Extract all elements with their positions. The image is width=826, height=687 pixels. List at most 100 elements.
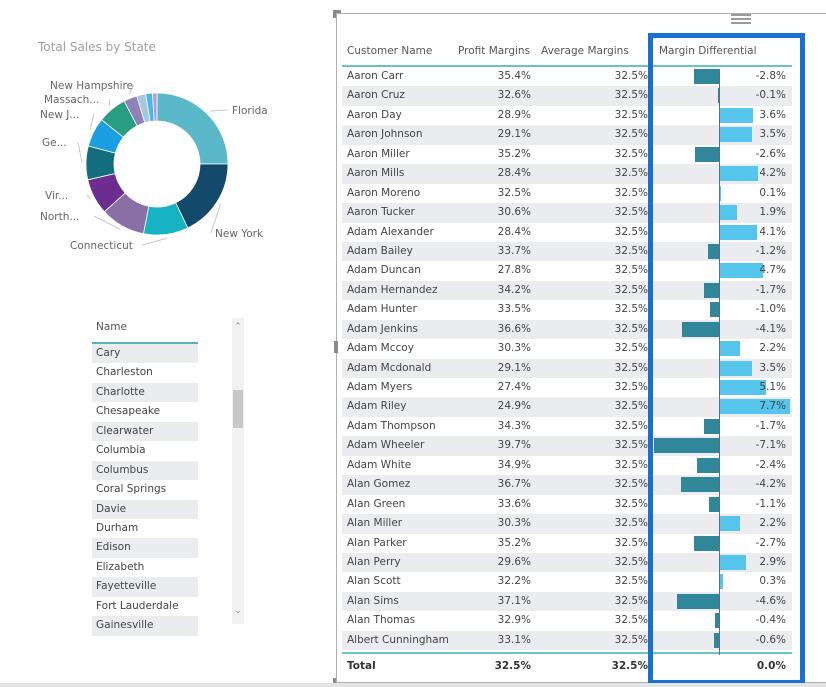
slicer-item[interactable]: Fayetteville — [92, 577, 198, 597]
column-header-margin-differential[interactable]: Margin Differential — [659, 45, 756, 57]
customer-name-cell: Alan Parker — [347, 536, 407, 549]
table-row[interactable]: Adam Jenkins 36.6% 32.5% -4.1% — [342, 319, 792, 340]
margin-differential-cell: -0.4% — [755, 614, 786, 627]
profit-margins-cell: 35.2% — [497, 536, 531, 549]
margin-differential-cell: -2.4% — [755, 458, 786, 471]
table-row[interactable]: Adam Mccoy 30.3% 32.5% 2.2% — [342, 339, 792, 358]
table-row[interactable]: Alan Thomas 32.9% 32.5% -0.4% — [342, 611, 792, 630]
column-header-customer-name[interactable]: Customer Name — [347, 45, 432, 57]
profit-margins-cell: 29.1% — [497, 361, 531, 374]
slicer-item[interactable]: Edison — [92, 538, 198, 558]
customer-name-cell: Adam Mccoy — [347, 342, 414, 355]
table-row[interactable]: Adam Riley 24.9% 32.5% 7.7% — [342, 397, 792, 417]
table-row[interactable]: Adam White 34.9% 32.5% -2.4% — [342, 456, 792, 475]
customer-name-cell: Alan Thomas — [347, 614, 416, 627]
average-margins-cell: 32.5% — [614, 555, 648, 568]
table-row[interactable]: Alan Sims 37.1% 32.5% -4.6% — [342, 591, 792, 612]
table-row[interactable]: Adam Hunter 33.5% 32.5% -1.0% — [342, 300, 792, 319]
profit-margins-cell: 32.6% — [497, 89, 531, 102]
customer-name-cell: Aaron Carr — [347, 70, 404, 82]
customer-name-cell: Adam Hunter — [347, 303, 417, 316]
table-row[interactable]: Adam Wheeler 39.7% 32.5% -7.1% — [342, 436, 792, 456]
table-row[interactable]: Adam Bailey 33.7% 32.5% -1.2% — [342, 241, 792, 262]
slicer-item[interactable]: Cary — [92, 344, 198, 364]
customer-name-cell: Alan Miller — [347, 517, 403, 530]
customer-margin-table: Customer Name Profit Margins Average Mar… — [342, 40, 792, 679]
slicer-item[interactable]: Davie — [92, 499, 198, 519]
slicer-item[interactable]: Fort Lauderdale — [92, 597, 198, 616]
customer-name-cell: Adam Bailey — [347, 244, 413, 257]
average-margins-cell: 32.5% — [614, 478, 648, 491]
average-margins-cell: 32.5% — [614, 128, 648, 141]
column-header-average-margins[interactable]: Average Margins — [541, 45, 629, 57]
customer-name-cell: Aaron Day — [347, 108, 402, 121]
average-margins-cell: 32.5% — [614, 167, 648, 180]
table-row[interactable]: Aaron Day 28.9% 32.5% 3.6% — [342, 106, 792, 125]
slicer-item[interactable]: Columbia — [92, 441, 198, 460]
table-row[interactable]: Aaron Johnson 29.1% 32.5% 3.5% — [342, 125, 792, 145]
table-row[interactable]: Adam Mcdonald 29.1% 32.5% 3.5% — [342, 358, 792, 378]
table-row[interactable]: Alan Parker 35.2% 32.5% -2.7% — [342, 534, 792, 553]
slicer-item[interactable]: Clearwater — [92, 421, 198, 442]
average-margins-cell: 32.5% — [614, 517, 648, 530]
table-total-row: Total 32.5% 32.5% 0.0% — [342, 652, 792, 679]
table-row[interactable]: Aaron Mills 28.4% 32.5% 4.2% — [342, 164, 792, 184]
table-row[interactable]: Alan Green 33.6% 32.5% -1.1% — [342, 495, 792, 514]
donut-slice-florida[interactable] — [156, 92, 229, 165]
scroll-up-icon[interactable]: ⌃ — [232, 322, 244, 332]
margin-differential-cell: -2.7% — [755, 536, 786, 549]
slicer-item[interactable]: Coral Springs — [92, 480, 198, 499]
customer-name-cell: Aaron Moreno — [347, 186, 421, 199]
donut-label: New J... — [40, 109, 79, 121]
resize-handle-top-left[interactable] — [333, 10, 341, 18]
slicer-item[interactable]: Chesapeake — [92, 402, 198, 421]
drag-handle-icon[interactable] — [731, 14, 751, 24]
table-row[interactable]: Aaron Carr 35.4% 32.5% -2.8% — [342, 67, 792, 86]
table-row[interactable]: Adam Duncan 27.8% 32.5% 4.7% — [342, 261, 792, 280]
table-row[interactable]: Aaron Cruz 32.6% 32.5% -0.1% — [342, 86, 792, 106]
profit-margins-cell: 34.3% — [497, 419, 531, 432]
table-row[interactable]: Adam Myers 27.4% 32.5% 5.1% — [342, 378, 792, 397]
customer-name-cell: Aaron Tucker — [347, 206, 415, 219]
slicer-scrollbar[interactable]: ⌃ ⌄ — [232, 318, 244, 624]
slicer-item[interactable]: Charlotte — [92, 382, 198, 403]
table-row[interactable]: Alan Perry 29.6% 32.5% 2.9% — [342, 552, 792, 573]
table-row[interactable]: Alan Miller 30.3% 32.5% 2.2% — [342, 514, 792, 534]
slicer-item[interactable]: Gainesville — [92, 616, 198, 636]
slicer-header: Name — [96, 321, 127, 333]
table-row[interactable]: Alan Gomez 36.7% 32.5% -4.2% — [342, 475, 792, 495]
profit-margins-cell: 32.5% — [497, 186, 531, 199]
average-margins-cell: 32.5% — [614, 400, 648, 413]
profit-margins-cell: 28.9% — [497, 108, 531, 121]
table-row[interactable]: Aaron Miller 35.2% 32.5% -2.6% — [342, 145, 792, 164]
profit-margins-cell: 39.7% — [497, 439, 531, 452]
table-row[interactable]: Albert Cunningham 33.1% 32.5% -0.6% — [342, 630, 792, 651]
table-row[interactable]: Adam Thompson 34.3% 32.5% -1.7% — [342, 417, 792, 436]
average-margins-cell: 32.5% — [614, 303, 648, 316]
slicer-item[interactable]: Columbus — [92, 460, 198, 481]
margin-differential-cell: 3.5% — [759, 361, 786, 374]
table-row[interactable]: Aaron Moreno 32.5% 32.5% 0.1% — [342, 184, 792, 203]
profit-margins-cell: 33.6% — [497, 497, 531, 510]
average-margins-cell: 32.5% — [614, 439, 648, 452]
slicer-item[interactable]: Charleston — [92, 363, 198, 382]
average-margins-cell: 32.5% — [614, 108, 648, 121]
profit-margins-cell: 36.6% — [497, 322, 531, 335]
data-bar-axis — [719, 69, 720, 655]
column-header-profit-margins[interactable]: Profit Margins — [458, 45, 530, 57]
name-slicer: Name Cary Charleston Charlotte Chesapeake Cl… — [92, 318, 244, 636]
table-row[interactable]: Adam Alexander 28.4% 32.5% 4.1% — [342, 223, 792, 242]
scroll-down-icon[interactable]: ⌄ — [232, 606, 244, 616]
resize-handle-left[interactable] — [334, 341, 338, 353]
table-row[interactable]: Aaron Tucker 30.6% 32.5% 1.9% — [342, 203, 792, 223]
slicer-item[interactable]: Durham — [92, 519, 198, 538]
visual-frame-top — [336, 13, 826, 14]
profit-margins-cell: 30.6% — [497, 206, 531, 219]
slicer-item[interactable]: Elizabeth — [92, 558, 198, 577]
customer-name-cell: Alan Gomez — [347, 478, 411, 491]
margin-differential-cell: -1.2% — [755, 244, 786, 257]
table-row[interactable]: Alan Scott 32.2% 32.5% 0.3% — [342, 572, 792, 591]
donut-chart[interactable]: Florida New York Connecticut North... Vir...… — [0, 60, 300, 260]
table-row[interactable]: Adam Hernandez 34.2% 32.5% -1.7% — [342, 280, 792, 301]
scroll-thumb[interactable] — [233, 390, 243, 428]
